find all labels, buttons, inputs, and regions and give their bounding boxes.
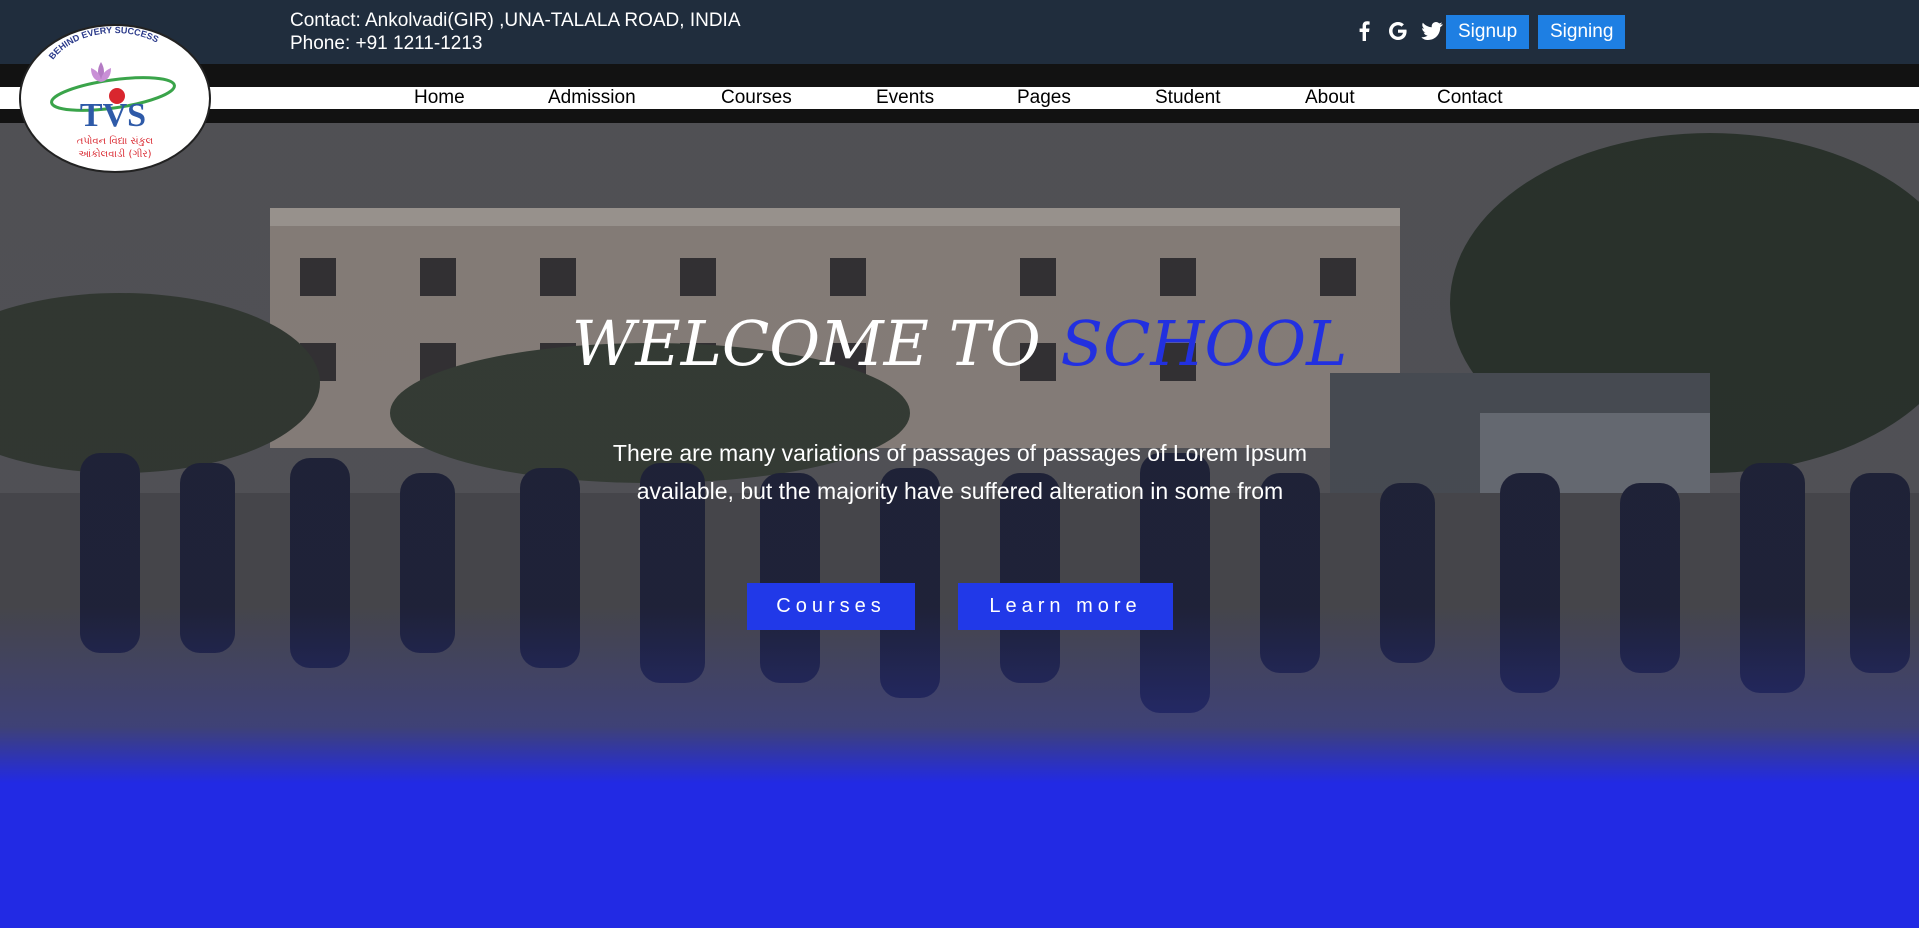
top-contact-bar: Contact: Ankolvadi(GIR) ,UNA-TALALA ROAD…: [0, 0, 1919, 64]
courses-button[interactable]: Courses: [747, 583, 915, 630]
page: WELCOME TO SCHOOL There are many variati…: [0, 0, 1919, 928]
nav-item-courses[interactable]: Courses: [721, 87, 792, 109]
logo-gujarati-line2: આંકોલવાડી (ગીર): [78, 147, 151, 160]
hero-title: WELCOME TO SCHOOL: [0, 307, 1919, 380]
signup-button[interactable]: Signup: [1446, 15, 1530, 49]
logo-arc-text: BEHIND EVERY SUCCESS: [47, 25, 161, 61]
logo-initials: TVS: [80, 97, 146, 134]
school-logo[interactable]: BEHIND EVERY SUCCESS TVS તપોવન વિદ્યા સં…: [19, 24, 211, 173]
svg-text:BEHIND EVERY SUCCESS: BEHIND EVERY SUCCESS: [47, 26, 161, 61]
hero-description: There are many variations of passages of…: [612, 440, 1308, 504]
hero-overlay: [0, 123, 1919, 928]
social-links: [1347, 16, 1449, 46]
twitter-icon[interactable]: [1415, 16, 1449, 46]
nav-item-contact[interactable]: Contact: [1437, 87, 1502, 109]
hero-title-accent: SCHOOL: [1060, 307, 1348, 380]
nav-item-home[interactable]: Home: [414, 87, 465, 109]
learn-more-button[interactable]: Learn more: [958, 583, 1173, 630]
facebook-icon[interactable]: [1347, 16, 1381, 46]
header-divider: [0, 64, 1919, 87]
nav-divider: [0, 109, 1919, 123]
nav-item-about[interactable]: About: [1305, 87, 1355, 109]
contact-address: Contact: Ankolvadi(GIR) ,UNA-TALALA ROAD…: [290, 10, 741, 31]
signing-button[interactable]: Signing: [1538, 15, 1626, 49]
main-nav: Home Admission Courses Events Pages Stud…: [0, 87, 1919, 109]
nav-item-student[interactable]: Student: [1155, 87, 1221, 109]
contact-phone: Phone: +91 1211-1213: [290, 33, 483, 54]
nav-item-admission[interactable]: Admission: [548, 87, 636, 109]
logo-graphic: BEHIND EVERY SUCCESS TVS તપોવન વિદ્યા સં…: [47, 25, 176, 160]
google-icon[interactable]: [1381, 16, 1415, 46]
logo-gujarati-line1: તપોવન વિદ્યા સંકુલ: [77, 134, 154, 147]
hero-title-white: WELCOME TO: [571, 307, 1061, 380]
nav-item-pages[interactable]: Pages: [1017, 87, 1071, 109]
hero-section: WELCOME TO SCHOOL There are many variati…: [0, 123, 1919, 928]
nav-item-events[interactable]: Events: [876, 87, 934, 109]
contact-info: Contact: Ankolvadi(GIR) ,UNA-TALALA ROAD…: [290, 9, 741, 55]
